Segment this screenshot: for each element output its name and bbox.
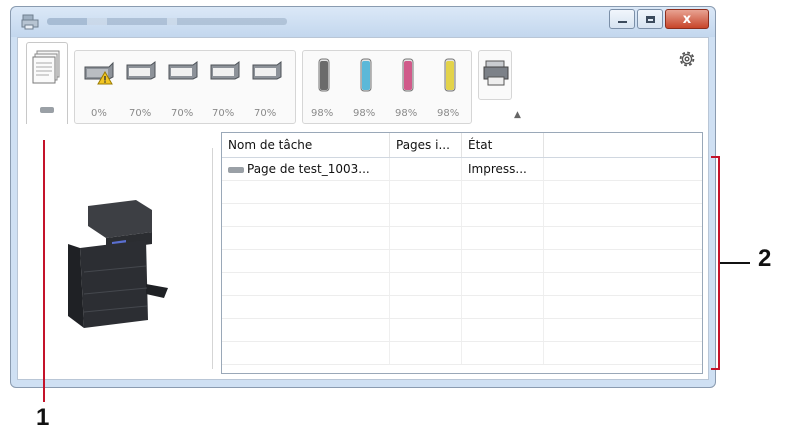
callout-number-1: 1 xyxy=(36,404,50,431)
table-row[interactable]: Page de test_1003... Impress... xyxy=(222,158,702,181)
job-tab[interactable] xyxy=(26,42,68,124)
warning-icon xyxy=(97,71,113,85)
toner-level-label: 98% xyxy=(353,108,376,119)
window-controls: x xyxy=(609,9,709,31)
eject-icon[interactable]: ▲ xyxy=(514,110,521,120)
toner-level-label: 98% xyxy=(311,108,334,119)
column-header-job-name[interactable]: Nom de tâche xyxy=(222,133,390,157)
documents-stack-icon xyxy=(32,50,60,84)
job-pages-cell xyxy=(390,158,462,180)
printer-app-icon xyxy=(21,14,39,30)
toner-black-icon xyxy=(318,58,330,92)
callout-leader-2 xyxy=(720,262,750,264)
column-header-state[interactable]: État xyxy=(462,133,544,157)
close-icon: x xyxy=(682,11,692,27)
paper-tray-icon xyxy=(168,61,198,80)
callout-line-1 xyxy=(43,140,45,402)
tray-level-label: 70% xyxy=(171,108,194,119)
table-row-empty xyxy=(222,342,702,365)
panel-divider xyxy=(212,148,213,369)
minimize-button[interactable] xyxy=(609,9,635,29)
toner-yellow-icon xyxy=(444,58,456,92)
callout-bracket-2 xyxy=(711,156,720,370)
table-row-empty xyxy=(222,227,702,250)
device-group[interactable] xyxy=(478,50,512,100)
tray-level-label: 70% xyxy=(254,108,277,119)
callout-number-2: 2 xyxy=(758,245,772,272)
title-bar[interactable]: x xyxy=(11,7,715,37)
status-toolbar: 0% 70% 70% 70% 70% 98% 98% 98% 98% ▲ xyxy=(18,38,708,128)
table-row-empty xyxy=(222,273,702,296)
job-name-cell: Page de test_1003... xyxy=(222,158,390,180)
paper-tray-icon xyxy=(210,61,240,80)
job-list-header: Nom de tâche Pages i... État xyxy=(222,133,702,158)
status-monitor-window: x 0% 70% 70% 70% 70% 98% 98% 98% 98% ▲ N… xyxy=(10,6,716,388)
maximize-icon xyxy=(645,15,655,23)
tray-level-label: 0% xyxy=(91,108,107,119)
printer-icon xyxy=(483,60,509,86)
toner-level-label: 98% xyxy=(437,108,460,119)
paper-tray-icon xyxy=(126,61,156,80)
tray-level-label: 70% xyxy=(129,108,152,119)
toner-group[interactable]: 98% 98% 98% 98% xyxy=(302,50,472,124)
job-status-indicator xyxy=(40,107,54,113)
toner-cyan-icon xyxy=(360,58,372,92)
tray-level-label: 70% xyxy=(212,108,235,119)
toner-level-label: 98% xyxy=(395,108,418,119)
job-document-icon xyxy=(228,166,244,173)
table-row-empty xyxy=(222,319,702,342)
table-row-empty xyxy=(222,250,702,273)
job-state-cell: Impress... xyxy=(462,158,544,180)
window-client-area: 0% 70% 70% 70% 70% 98% 98% 98% 98% ▲ Nom… xyxy=(17,37,709,380)
table-row-empty xyxy=(222,204,702,227)
window-title-obscured xyxy=(47,18,287,25)
toner-magenta-icon xyxy=(402,58,414,92)
paper-tray-icon xyxy=(252,61,282,80)
paper-tray-group[interactable]: 0% 70% 70% 70% 70% xyxy=(74,50,296,124)
device-image-area xyxy=(18,128,213,379)
maximize-button[interactable] xyxy=(637,9,663,29)
gear-icon[interactable] xyxy=(676,48,698,70)
table-row-empty xyxy=(222,296,702,319)
printer-device-image xyxy=(68,200,168,328)
job-list[interactable]: Nom de tâche Pages i... État Page de tes… xyxy=(221,132,703,374)
minimize-icon xyxy=(617,21,627,23)
job-name: Page de test_1003... xyxy=(247,162,370,176)
column-header-pages[interactable]: Pages i... xyxy=(390,133,462,157)
close-button[interactable]: x xyxy=(665,9,709,29)
table-row-empty xyxy=(222,181,702,204)
